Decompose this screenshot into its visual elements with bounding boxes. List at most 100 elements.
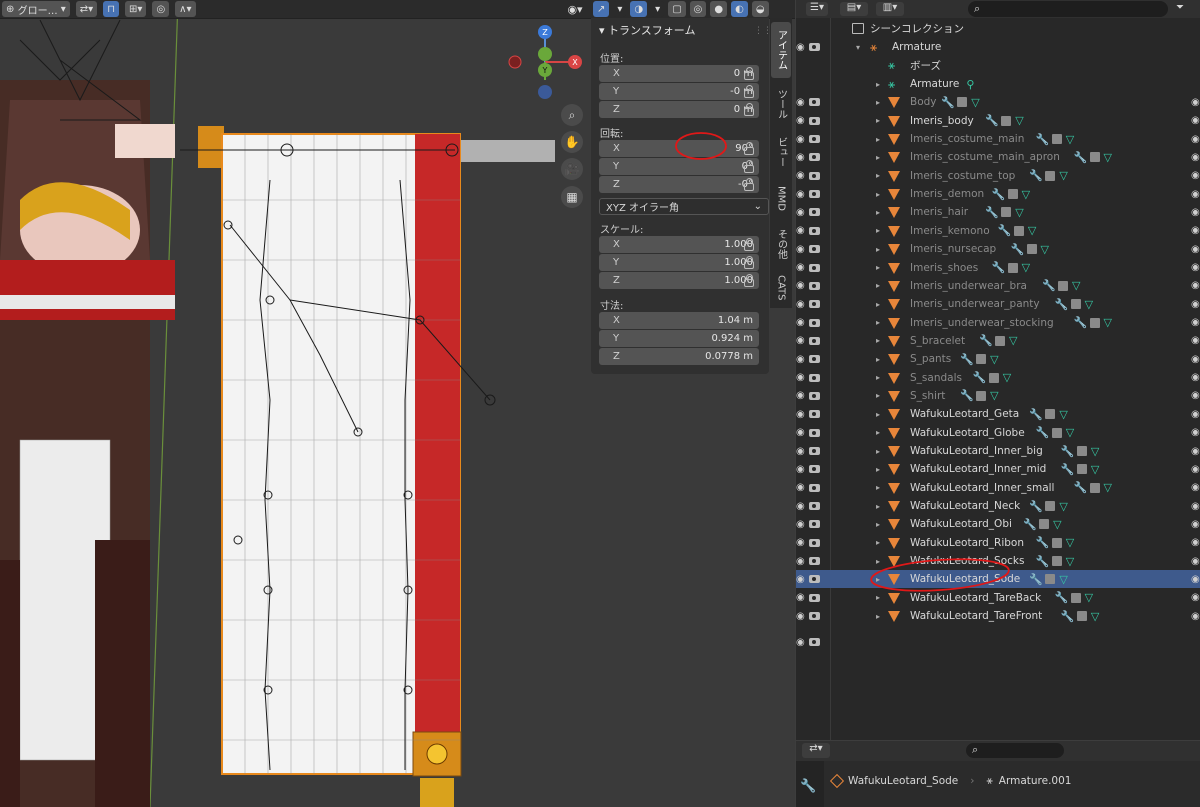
eye-icon[interactable]: ◉ [796, 501, 806, 512]
material-icon[interactable] [1007, 262, 1018, 273]
expand-arrow-icon[interactable]: ▸ [876, 208, 880, 217]
modifier-wrench-icon[interactable]: 🔧 [985, 114, 999, 127]
vertex-group-icon[interactable]: ▽ [971, 96, 979, 109]
vertex-group-icon[interactable]: ▽ [1059, 500, 1067, 513]
modifier-wrench-icon[interactable]: 🔧 [1074, 151, 1088, 164]
properties-editor-type-dropdown[interactable]: ⇄▾ [802, 743, 830, 758]
expand-arrow-icon[interactable]: ▸ [876, 318, 880, 327]
overlay-toggle[interactable]: ◑ [630, 1, 648, 17]
expand-arrow-icon[interactable]: ▸ [876, 520, 880, 529]
camera-icon[interactable] [809, 373, 820, 382]
camera-icon[interactable] [809, 208, 820, 217]
visibility-eye-icon[interactable]: ◉ [1191, 537, 1200, 548]
zoom-tool[interactable]: ⌕ [561, 104, 583, 126]
vertex-group-icon[interactable]: ▽ [1085, 298, 1093, 311]
filter-funnel-icon[interactable]: ⏷ [1176, 2, 1184, 13]
outliner-row[interactable]: ◉ ▸ Imeris_underwear_stocking 🔧 ▽ ◉ [796, 314, 1200, 332]
vertex-group-icon[interactable]: ▽ [1072, 279, 1080, 292]
material-icon[interactable] [1045, 170, 1056, 181]
view-object-types-dropdown[interactable]: ◉▾ [560, 0, 590, 18]
navigation-gizmo[interactable]: Z X Y [505, 24, 585, 100]
modifier-wrench-icon[interactable]: 🔧 [992, 188, 1006, 201]
display-mode-dropdown[interactable]: ▤▾ [840, 2, 868, 16]
expand-arrow-icon[interactable]: ▸ [876, 245, 880, 254]
visibility-eye-icon[interactable]: ◉ [1191, 189, 1200, 200]
outliner-row[interactable]: ◉ ▸ WafukuLeotard_Inner_mid 🔧 ▽ ◉ [796, 460, 1200, 478]
outliner-row[interactable]: ◉ ▸ WafukuLeotard_Inner_big 🔧 ▽ ◉ [796, 442, 1200, 460]
material-icon[interactable] [1051, 537, 1062, 548]
material-icon[interactable] [1058, 280, 1068, 291]
material-icon[interactable] [1070, 299, 1081, 310]
camera-icon[interactable] [809, 612, 820, 621]
expand-arrow-icon[interactable]: ▸ [876, 190, 880, 199]
eye-icon[interactable]: ◉ [796, 390, 806, 401]
expand-arrow-icon[interactable]: ▸ [876, 465, 880, 474]
filter-dropdown[interactable]: ▥▾ [876, 2, 904, 16]
material-icon[interactable] [1001, 115, 1012, 126]
shading-rendered[interactable]: ◒ [751, 1, 769, 17]
lock-location-z-icon[interactable] [744, 103, 754, 116]
visibility-eye-icon[interactable]: ◉ [1191, 464, 1200, 475]
proportional-edit-button[interactable]: ◎ [152, 1, 170, 17]
eye-icon[interactable]: ◉ [796, 170, 806, 181]
outliner-row[interactable]: ◉ ▸ Imeris_kemono 🔧 ▽ ◉ [796, 222, 1200, 240]
tab-view[interactable]: ビュー [771, 130, 791, 174]
modifier-wrench-icon[interactable]: 🔧 [973, 371, 987, 384]
outliner-row[interactable]: ◉ ▸ Imeris_underwear_bra 🔧 ▽ ◉ [796, 277, 1200, 295]
transform-orientation-dropdown[interactable]: ⊕ グロー… ▾ [2, 1, 70, 17]
rotation-z-field[interactable]: Z -0° [599, 176, 759, 193]
outliner-row[interactable]: ◉ ▸ Imeris_costume_main_apron 🔧 ▽ ◉ [796, 148, 1200, 166]
transform-panel-header[interactable]: ▾ トランスフォーム [591, 20, 769, 40]
dimensions-x-field[interactable]: X 1.04 m [599, 312, 759, 329]
visibility-eye-icon[interactable]: ◉ [1191, 390, 1200, 401]
outliner-row[interactable]: ◉ ▸ Imeris_costume_main 🔧 ▽ ◉ [796, 130, 1200, 148]
location-x-field[interactable]: X0 m [599, 65, 759, 82]
eye-icon[interactable]: ◉ [796, 299, 806, 310]
visibility-eye-icon[interactable]: ◉ [1191, 207, 1200, 218]
camera-icon[interactable] [809, 116, 820, 125]
eye-icon[interactable]: ◉ [796, 637, 806, 648]
vertex-group-icon[interactable]: ▽ [1104, 316, 1112, 329]
expand-arrow-icon[interactable]: ▸ [876, 80, 880, 89]
tab-mmd[interactable]: MMD [771, 178, 791, 218]
camera-icon[interactable] [809, 428, 820, 437]
camera-icon[interactable] [809, 355, 820, 364]
camera-icon[interactable] [809, 43, 820, 51]
outliner-row[interactable]: ◉ ▸ WafukuLeotard_Geta 🔧 ▽ ◉ [796, 405, 1200, 423]
lock-scale-z-icon[interactable] [744, 274, 754, 287]
modifier-wrench-icon[interactable]: 🔧 [1074, 316, 1088, 329]
3d-viewport[interactable]: ⊕ グロー… ▾ ⇄ ▾ ⊓ ⊞ ▾ ◎ ∧ ▾ ◉▾ ↗ ▾ ◑ ▾ ▢ ◎ ● ◐… [0, 0, 795, 807]
camera-icon[interactable] [809, 245, 820, 254]
outliner-row[interactable]: ◉ ▸ WafukuLeotard_TareFront 🔧 ▽ ◉ [796, 607, 1200, 625]
expand-arrow-icon[interactable]: ▸ [876, 391, 880, 400]
visibility-eye-icon[interactable]: ◉ [1191, 556, 1200, 567]
expand-arrow-icon[interactable]: ▸ [876, 153, 880, 162]
pivot-dropdown[interactable]: ⇄ ▾ [75, 1, 98, 17]
visibility-eye-icon[interactable]: ◉ [1191, 427, 1200, 438]
expand-arrow-icon[interactable]: ▸ [876, 300, 880, 309]
modifier-wrench-icon[interactable]: 🔧 [992, 261, 1006, 274]
visibility-eye-icon[interactable]: ◉ [1191, 611, 1200, 622]
vertex-group-icon[interactable]: ▽ [1066, 555, 1074, 568]
modifier-wrench-icon[interactable]: 🔧 [1061, 610, 1075, 623]
tab-item[interactable]: アイテム [771, 22, 791, 78]
lock-scale-x-icon[interactable] [744, 238, 754, 251]
eye-icon[interactable]: ◉ [796, 482, 806, 493]
modifier-wrench-icon[interactable]: 🔧 [1029, 408, 1043, 421]
outliner-row[interactable]: ◉ ▸ S_sandals 🔧 ▽ ◉ [796, 369, 1200, 387]
material-icon[interactable] [957, 97, 968, 108]
outliner-row[interactable]: ◉ ▸ WafukuLeotard_Neck 🔧 ▽ ◉ [796, 497, 1200, 515]
material-icon[interactable] [976, 390, 987, 401]
modifier-wrench-icon[interactable]: 🔧 [1023, 518, 1037, 531]
expand-arrow-icon[interactable]: ▸ [876, 538, 880, 547]
rotation-mode-dropdown[interactable]: XYZ オイラー角 ⌄ [599, 198, 769, 215]
visibility-eye-icon[interactable]: ◉ [1191, 262, 1200, 273]
camera-icon[interactable] [809, 98, 820, 107]
camera-icon[interactable] [809, 336, 820, 345]
modifier-wrench-icon[interactable]: 🔧 [1055, 298, 1069, 311]
expand-arrow-icon[interactable]: ▸ [876, 373, 880, 382]
modifier-wrench-icon[interactable]: 🔧 [1011, 243, 1025, 256]
vertex-group-icon[interactable]: ▽ [1015, 114, 1023, 127]
modifier-wrench-icon[interactable]: 🔧 [1029, 500, 1043, 513]
visibility-eye-icon[interactable]: ◉ [1191, 317, 1200, 328]
